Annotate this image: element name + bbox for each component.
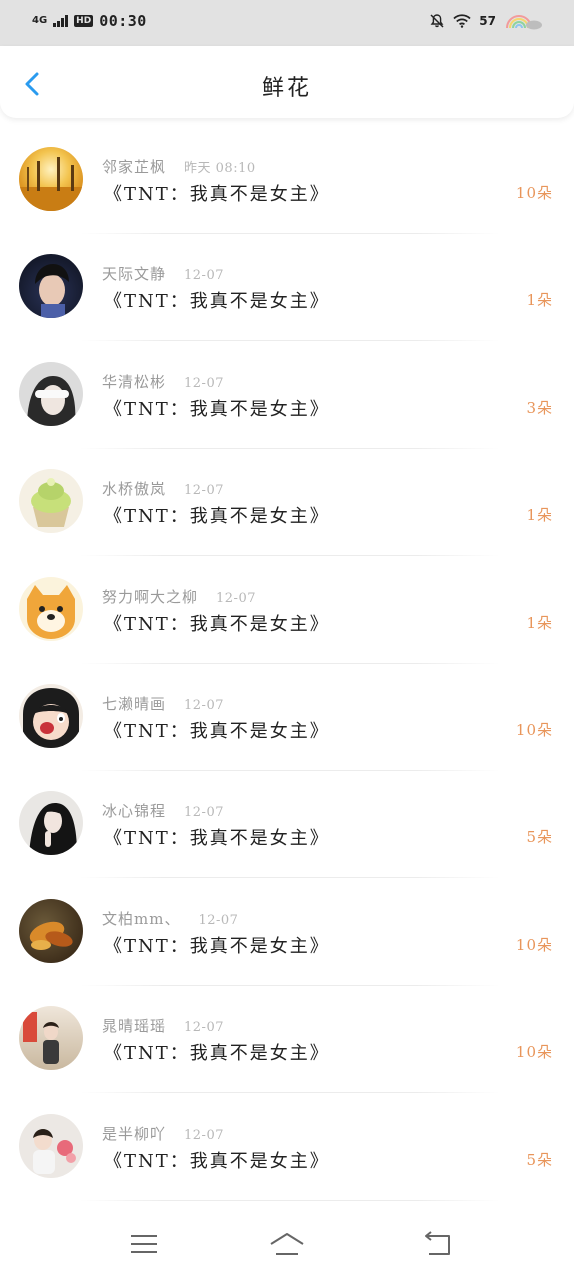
avatar: [19, 361, 83, 426]
home-icon: [270, 1233, 304, 1255]
username: 是半柳吖 12-07: [102, 1124, 224, 1143]
gift-date: 12-07: [216, 590, 256, 606]
shiba-doge-avatar: [27, 584, 75, 639]
avatar: [19, 469, 83, 534]
username: 天际文静 12-07: [102, 265, 224, 284]
list-item[interactable]: 努力啊大之柳 12-07 《TNT：我真不是女主》 1朵: [0, 556, 574, 664]
username: 水桥傲岚 12-07: [102, 480, 224, 499]
young-man-portrait-avatar: [35, 264, 69, 319]
flower-quantity: 10朵: [515, 935, 553, 954]
avatar: [19, 898, 83, 963]
book-title: 《TNT：我真不是女主》: [104, 291, 330, 313]
battery-level: 57: [479, 14, 496, 28]
child-with-toy-avatar: [33, 1128, 76, 1174]
flower-quantity: 10朵: [515, 184, 553, 202]
return-button[interactable]: [421, 1228, 455, 1260]
book-title: 《TNT：我真不是女主》: [104, 506, 330, 528]
home-button[interactable]: [268, 1228, 304, 1260]
status-bar: 4G HD 00:30 57: [0, 0, 574, 46]
system-nav-bar: [0, 1210, 574, 1280]
flower-gift-list: 邻家芷枫 昨天 08:10 《TNT：我真不是女主》 10朵 天际文静 12-07 …: [0, 126, 574, 1201]
book-title: 《TNT：我真不是女主》: [104, 1043, 330, 1065]
page-title: 鲜花: [261, 76, 312, 101]
cupcake-avatar: [31, 478, 71, 528]
list-item[interactable]: 晁晴瑶瑶 12-07 《TNT：我真不是女主》 10朵: [0, 985, 574, 1094]
page-header: 鲜花: [0, 46, 574, 118]
flower-quantity: 10朵: [515, 1043, 553, 1062]
book-title: 《TNT：我真不是女主》: [104, 398, 330, 420]
book-title: 《TNT：我真不是女主》: [104, 828, 330, 850]
avatar: [19, 1006, 83, 1071]
gift-date: 12-07: [184, 483, 224, 499]
gift-date: 12-07: [184, 268, 224, 284]
signal-icon: [53, 15, 69, 27]
book-title: 《TNT：我真不是女主》: [104, 720, 330, 742]
gift-date: 12-07: [184, 805, 224, 821]
dark-hair-girl-avatar: [29, 803, 77, 856]
cartoon-girl-avatar: [23, 687, 79, 748]
flower-quantity: 1朵: [526, 613, 553, 632]
gift-date: 12-07: [198, 912, 239, 928]
status-time: 00:30: [99, 12, 147, 30]
avatar: [19, 1113, 83, 1178]
flower-quantity: 1朵: [526, 291, 553, 310]
gift-date: 12-07: [184, 1127, 224, 1143]
network-type: 4G: [32, 15, 48, 26]
list-item[interactable]: 华清松彬 12-07 《TNT：我真不是女主》 3朵: [0, 341, 574, 449]
menu-icon: [131, 1235, 157, 1253]
username: 冰心锦程 12-07: [102, 802, 224, 821]
wifi-icon: [453, 14, 471, 28]
list-item[interactable]: 水桥傲岚 12-07 《TNT：我真不是女主》 1朵: [0, 448, 574, 557]
avatar: [19, 683, 83, 748]
status-right: 57: [429, 10, 544, 32]
list-item[interactable]: 是半柳吖 12-07 《TNT：我真不是女主》 5朵: [0, 1093, 574, 1201]
girl-covering-eyes-avatar: [27, 375, 76, 426]
list-item[interactable]: 七濑晴画 12-07 《TNT：我真不是女主》 10朵: [0, 663, 574, 771]
flower-quantity: 10朵: [515, 720, 553, 739]
list-item[interactable]: 冰心锦程 12-07 《TNT：我真不是女主》 5朵: [0, 770, 574, 879]
girl-in-room-avatar: [23, 1012, 59, 1065]
username: 七濑晴画 12-07: [102, 694, 224, 713]
flower-quantity: 1朵: [526, 506, 553, 525]
avatar: [19, 576, 83, 641]
notifications-off-icon: [430, 14, 444, 28]
autumn-leaves-avatar: [29, 921, 73, 950]
username: 晁晴瑶瑶 12-07: [102, 1017, 224, 1036]
username: 努力啊大之柳 12-07: [102, 587, 256, 606]
avatar: [19, 791, 83, 856]
list-item[interactable]: 邻家芷枫 昨天 08:10 《TNT：我真不是女主》 10朵: [0, 126, 574, 234]
list-item[interactable]: 天际文静 12-07 《TNT：我真不是女主》 1朵: [0, 233, 574, 342]
book-title: 《TNT：我真不是女主》: [104, 184, 330, 205]
avatar: [19, 147, 83, 211]
book-title: 《TNT：我真不是女主》: [104, 613, 330, 635]
gift-date: 昨天 08:10: [184, 161, 256, 176]
username: 邻家芷枫 昨天 08:10: [102, 158, 256, 176]
book-title: 《TNT：我真不是女主》: [104, 1150, 330, 1172]
list-item[interactable]: 文柏mm、 12-07 《TNT：我真不是女主》 10朵: [0, 878, 574, 986]
gift-date: 12-07: [184, 1020, 224, 1036]
menu-button[interactable]: [127, 1228, 161, 1260]
row-divider: [80, 1199, 500, 1201]
avatar: [19, 254, 83, 319]
autumn-trees-avatar: [19, 157, 83, 211]
flower-quantity: 5朵: [526, 828, 553, 847]
book-title: 《TNT：我真不是女主》: [104, 935, 330, 957]
rainbow-battery-icon: [506, 15, 542, 30]
username: 华清松彬 12-07: [102, 372, 224, 391]
flower-quantity: 5朵: [526, 1150, 553, 1169]
username: 文柏mm、 12-07: [102, 909, 239, 928]
gift-date: 12-07: [184, 375, 224, 391]
hd-badge: HD: [74, 15, 94, 27]
gift-date: 12-07: [184, 697, 224, 713]
status-left: 4G HD 00:30: [32, 10, 147, 32]
flower-quantity: 3朵: [526, 398, 553, 417]
return-icon: [425, 1231, 450, 1255]
